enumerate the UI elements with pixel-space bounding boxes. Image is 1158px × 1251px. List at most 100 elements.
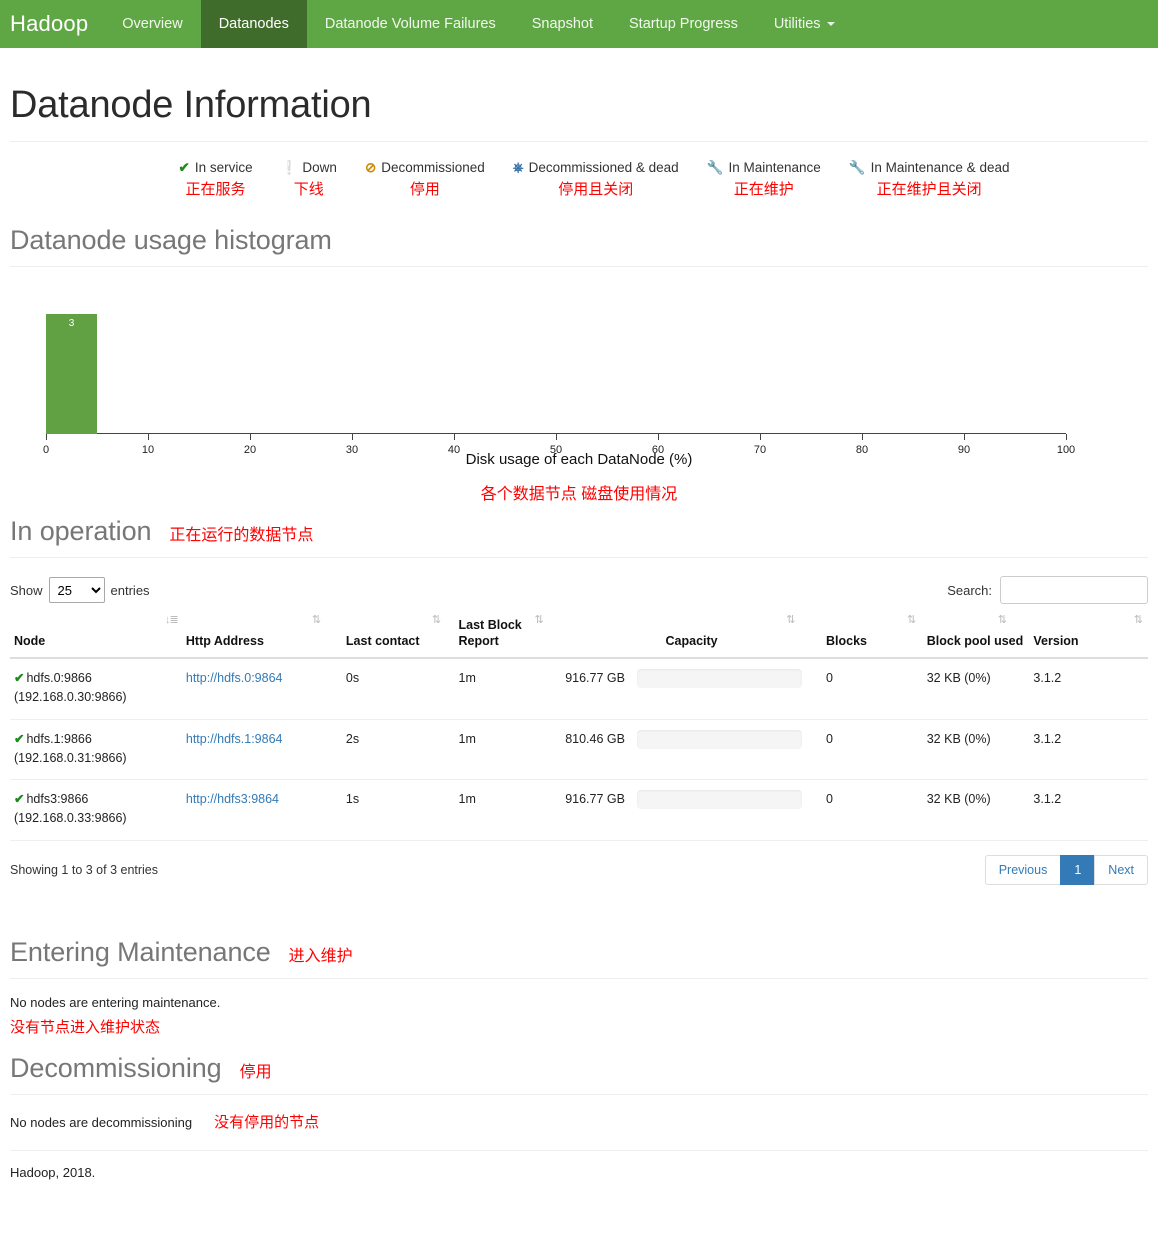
sort-both-icon[interactable]: ⇅ (312, 614, 321, 628)
decommissioning-heading: Decommissioning (10, 1052, 222, 1083)
in-operation-divider (10, 557, 1148, 558)
check-icon: ✔ (14, 731, 25, 746)
pagination-previous-button[interactable]: Previous (984, 854, 1062, 885)
cell-capacity: 916.77 GB (561, 658, 822, 720)
cell-http-address: http://hdfs.1:9864 (181, 719, 342, 781)
capacity-value: 810.46 GB (565, 731, 625, 746)
sort-both-icon[interactable]: ⇅ (998, 614, 1007, 628)
cell-block-pool-used: 32 KB (0%) (922, 719, 1030, 781)
x-axis-tick (1066, 434, 1067, 440)
decommissioning-body-row: No nodes are decommissioning 没有停用的节点 (10, 1111, 1148, 1132)
cell-last-contact: 2s (341, 719, 455, 781)
legend-item-in-service-en: ✔ In service (179, 160, 253, 176)
nav-item-datanodes[interactable]: Datanodes (200, 0, 307, 48)
check-icon: ✔ (14, 792, 25, 807)
sort-asc-icon[interactable]: ↓≣ (165, 614, 179, 628)
column-header-capacity[interactable]: ⇅ Capacity (561, 612, 822, 660)
cell-blocks: 0 (821, 658, 923, 720)
cell-last-block-report: 1m (454, 719, 562, 781)
sort-both-icon[interactable]: ⇅ (432, 614, 441, 628)
datanode-usage-histogram: 0 10 20 30 40 50 60 70 80 90 100 3 Disk usage of ea… (10, 279, 1148, 503)
cell-last-contact: 1s (341, 779, 455, 841)
check-icon: ✔ (14, 671, 25, 686)
cell-node: ✔ hdfs.0:9866 (192.168.0.30:9866) (10, 658, 182, 720)
sort-both-icon[interactable]: ⇅ (907, 614, 916, 628)
http-address-link[interactable]: http://hdfs.0:9864 (186, 671, 283, 685)
column-header-last-block-report[interactable]: ⇅ Last Block Report (454, 612, 562, 660)
decommissioning-divider (10, 1093, 1148, 1095)
x-axis-tick (454, 434, 455, 440)
entering-maintenance-body: No nodes are entering maintenance. (10, 994, 221, 1010)
node-name: hdfs3:9866 (26, 792, 89, 807)
nav-item-utilities-label: Utilities (773, 16, 821, 32)
chevron-down-icon (826, 22, 835, 26)
page-footer: Hadoop, 2018. (10, 1149, 1148, 1180)
column-header-blocks-label: Blocks (825, 633, 867, 648)
cell-node: ✔ hdfs.1:9866 (192.168.0.31:9866) (10, 719, 182, 781)
http-address-link[interactable]: http://hdfs3:9864 (186, 792, 279, 806)
x-axis-tick (556, 434, 557, 440)
power-off-icon: ⎈ (512, 160, 524, 175)
cell-blocks: 0 (821, 779, 923, 841)
x-axis-tick (862, 434, 863, 440)
histogram-bar-label: 3 (68, 318, 75, 329)
column-header-http-address[interactable]: ⇅ Http Address (181, 612, 342, 660)
datanodes-table-head: ↓≣ Node ⇅ Http Address ⇅ Last contact ⇅ … (10, 612, 1148, 660)
nav-item-utilities[interactable]: Utilities (756, 0, 853, 48)
legend-item-in-maintenance-dead-label: In Maintenance & dead (870, 160, 1010, 175)
column-header-node[interactable]: ↓≣ Node (10, 612, 182, 660)
capacity-value: 916.77 GB (565, 671, 625, 686)
brand-logo[interactable]: Hadoop (0, 0, 104, 48)
http-address-link[interactable]: http://hdfs.1:9864 (186, 732, 283, 746)
nav-item-overview[interactable]: Overview (104, 0, 200, 48)
decommissioning-heading-cn: 停用 (239, 1063, 272, 1081)
node-ip: (192.168.0.33:9866) (14, 811, 127, 825)
entering-maintenance-heading-cn: 进入维护 (288, 947, 353, 965)
column-header-block-pool-used-label: Block pool used (926, 633, 1024, 648)
legend-item-decommissioned-dead-label: Decommissioned & dead (528, 160, 679, 175)
sort-both-icon[interactable]: ⇅ (1134, 614, 1143, 628)
datatable-info: Showing 1 to 3 of 3 entries (10, 862, 159, 877)
datanodes-table: ↓≣ Node ⇅ Http Address ⇅ Last contact ⇅ … (10, 612, 1148, 841)
cell-last-contact: 0s (341, 658, 455, 720)
legend-item-decommissioned-en: ⊘ Decommissioned (365, 160, 485, 176)
in-operation-heading-cn: 正在运行的数据节点 (169, 527, 314, 544)
legend-item-decommissioned-dead: ⎈ Decommissioned & dead 停用且关闭 (513, 160, 679, 199)
column-header-last-block-report-label: Last Block Report (458, 618, 522, 648)
legend-item-in-service-cn: 正在服务 (185, 181, 246, 198)
column-header-version[interactable]: ⇅ Version (1029, 612, 1148, 660)
legend-item-in-maintenance-label: In Maintenance (728, 160, 821, 175)
show-label: Show (10, 582, 43, 598)
legend-item-in-maintenance-dead-en: 🔧 In Maintenance & dead (849, 160, 1010, 176)
cell-http-address: http://hdfs.0:9864 (181, 658, 342, 720)
cell-capacity: 916.77 GB (561, 779, 822, 841)
capacity-progress-bar (636, 669, 802, 689)
nav-item-snapshot[interactable]: Snapshot (514, 0, 611, 48)
page-length-select[interactable]: 25 50 100 (48, 577, 105, 603)
search-input[interactable] (1000, 576, 1148, 604)
x-axis-tick (46, 434, 47, 440)
pagination-next-button[interactable]: Next (1094, 854, 1148, 885)
column-header-last-contact[interactable]: ⇅ Last contact (341, 612, 455, 660)
pagination-page-1-button[interactable]: 1 (1060, 854, 1096, 885)
histogram-bar: 3 (46, 314, 97, 434)
cell-last-block-report: 1m (454, 779, 562, 841)
column-header-block-pool-used[interactable]: ⇅ Block pool used (922, 612, 1030, 660)
entering-maintenance-heading: Entering Maintenance (10, 936, 271, 967)
decommissioning-body: No nodes are decommissioning (10, 1114, 193, 1130)
exclamation-icon: ❕ (280, 160, 298, 175)
check-icon: ✔ (178, 160, 190, 175)
cell-last-block-report: 1m (454, 658, 562, 720)
wrench-icon: 🔧 (706, 160, 724, 175)
column-header-blocks[interactable]: ⇅ Blocks (821, 612, 923, 660)
entries-label: entries (110, 582, 150, 598)
legend-item-decommissioned-dead-en: ⎈ Decommissioned & dead (513, 160, 679, 176)
page-title: Datanode Information (10, 84, 372, 126)
legend-item-in-maintenance-dead: 🔧 In Maintenance & dead 正在维护且关闭 (849, 160, 1010, 199)
cell-block-pool-used: 32 KB (0%) (922, 779, 1030, 841)
sort-both-icon[interactable]: ⇅ (535, 614, 544, 628)
nav-item-datanode-volume-failures[interactable]: Datanode Volume Failures (307, 0, 514, 48)
nav-item-startup-progress[interactable]: Startup Progress (611, 0, 756, 48)
sort-both-icon[interactable]: ⇅ (786, 614, 795, 628)
legend-item-decommissioned: ⊘ Decommissioned 停用 (365, 160, 485, 199)
